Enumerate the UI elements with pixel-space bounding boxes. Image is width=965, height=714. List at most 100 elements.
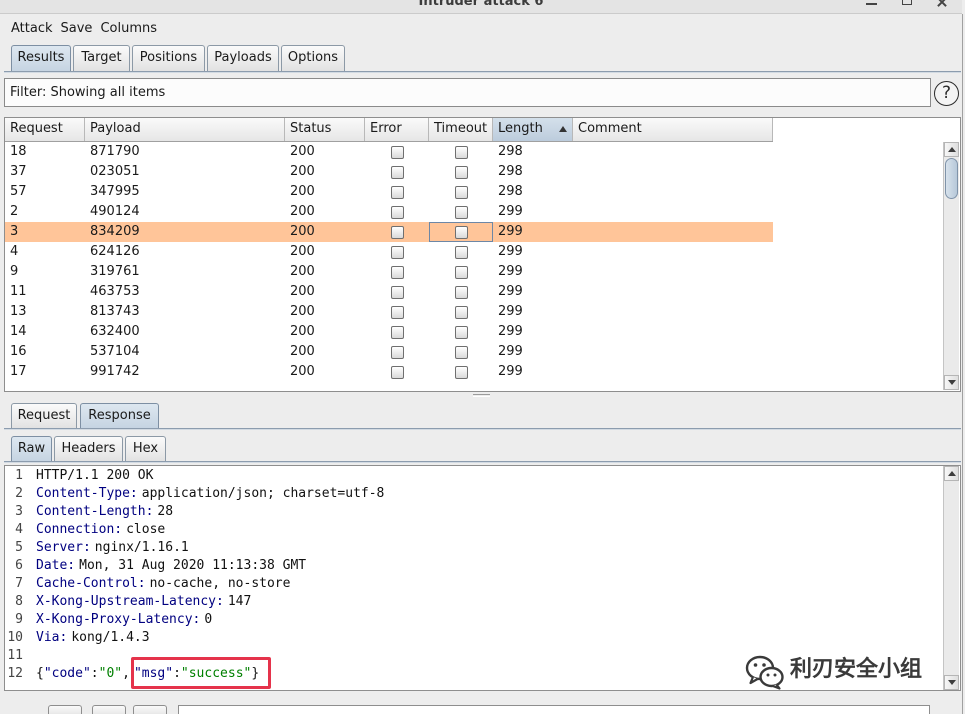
scroll-down-button[interactable] (944, 375, 959, 390)
tab-positions[interactable]: Positions (132, 45, 205, 71)
tab-divider (4, 428, 961, 430)
tab-target[interactable]: Target (73, 45, 130, 71)
scroll-down-icon (948, 380, 956, 385)
cell-comment (573, 342, 773, 362)
header-value: 28 (157, 504, 174, 519)
cell-length: 299 (498, 244, 523, 259)
line-content: Cache-Control: no-cache, no-store (36, 575, 290, 593)
timeout-checkbox (454, 185, 468, 199)
cell-status: 200 (290, 164, 315, 179)
column-header-error[interactable]: Error (365, 118, 429, 141)
cell-comment (573, 282, 773, 302)
menu-attack[interactable]: Attack (11, 15, 53, 42)
tab-results[interactable]: Results (11, 45, 71, 71)
cell-length: 299 (498, 324, 523, 339)
error-checkbox (390, 285, 404, 299)
line-number: 4 (15, 522, 23, 537)
cell-payload: 632400 (90, 324, 140, 339)
column-header-timeout[interactable]: Timeout (429, 118, 493, 141)
scroll-down-button[interactable] (944, 675, 959, 690)
table-row[interactable]: 4 624126 200 299 (5, 242, 773, 262)
window-title: Intruder attack 6 (418, 0, 544, 9)
cell-length: 299 (498, 344, 523, 359)
tab-hex[interactable]: Hex (125, 436, 166, 461)
tab-headers[interactable]: Headers (54, 436, 123, 461)
minimize-icon[interactable] (866, 3, 877, 5)
editor-scrollbar[interactable] (943, 466, 959, 690)
tab-request[interactable]: Request (11, 403, 77, 428)
cell-comment (573, 142, 773, 162)
error-checkbox (390, 325, 404, 339)
json-punct: : (90, 666, 99, 681)
response-line: 10 Via: kong/1.4.3 (5, 629, 960, 647)
column-header-status[interactable]: Status (285, 118, 365, 141)
table-row[interactable]: 3 834209 200 299 (5, 222, 773, 242)
cell-request: 18 (10, 144, 27, 159)
search-bar-button[interactable] (133, 705, 167, 714)
column-header-length[interactable]: Length (493, 118, 573, 141)
search-bar-button[interactable] (48, 705, 82, 714)
table-row[interactable]: 16 537104 200 299 (5, 342, 773, 362)
scroll-down-icon (948, 680, 956, 685)
splitter-handle[interactable] (473, 394, 490, 397)
scrollbar-thumb[interactable] (945, 158, 958, 199)
table-row[interactable]: 37 023051 200 298 (5, 162, 773, 182)
scroll-up-button[interactable] (944, 466, 959, 481)
table-row[interactable]: 14 632400 200 299 (5, 322, 773, 342)
line-content: Server: nginx/1.16.1 (36, 539, 189, 557)
column-header-label: Length (498, 121, 543, 136)
json-punct: , (122, 666, 130, 681)
header-name: Content-Type: (36, 486, 138, 501)
header-name: Via: (36, 630, 68, 645)
column-header-label: Error (370, 121, 402, 136)
cell-error (365, 302, 429, 322)
wechat-icon (745, 655, 784, 690)
table-row[interactable]: 11 463753 200 299 (5, 282, 773, 302)
menu-save[interactable]: Save (61, 15, 93, 42)
cell-error (365, 162, 429, 182)
main-tabs: Results Target Positions Payloads Options (11, 45, 347, 71)
search-input[interactable] (178, 705, 930, 714)
help-icon[interactable]: ? (934, 81, 959, 106)
table-row[interactable]: 2 490124 200 299 (5, 202, 773, 222)
scroll-up-icon (948, 147, 956, 152)
close-icon[interactable] (936, 0, 948, 8)
table-row[interactable]: 9 319761 200 299 (5, 262, 773, 282)
filter-bar[interactable]: Filter: Showing all items (4, 78, 931, 107)
cell-payload: 463753 (90, 284, 140, 299)
scroll-up-button[interactable] (944, 142, 959, 157)
line-content: Via: kong/1.4.3 (36, 629, 150, 647)
cell-timeout (429, 242, 493, 262)
column-header-label: Timeout (434, 121, 488, 136)
line-number: 3 (15, 504, 23, 519)
search-bar (0, 691, 962, 714)
cell-status: 200 (290, 324, 315, 339)
timeout-checkbox (454, 145, 468, 159)
search-bar-button[interactable] (92, 705, 126, 714)
table-row[interactable]: 13 813743 200 299 (5, 302, 773, 322)
cell-comment (573, 262, 773, 282)
line-content: HTTP/1.1 200 OK (36, 467, 153, 485)
error-checkbox (390, 205, 404, 219)
cell-payload: 624126 (90, 244, 140, 259)
tab-options[interactable]: Options (281, 45, 345, 71)
header-name: Connection: (36, 522, 123, 537)
table-row[interactable]: 57 347995 200 298 (5, 182, 773, 202)
window-border (962, 14, 963, 714)
cell-payload: 319761 (90, 264, 140, 279)
tab-raw[interactable]: Raw (11, 436, 52, 461)
cell-error (365, 182, 429, 202)
column-header-payload[interactable]: Payload (85, 118, 285, 141)
tab-payloads[interactable]: Payloads (207, 45, 279, 71)
header-value: no-cache, no-store (149, 576, 291, 591)
cell-request: 17 (10, 364, 27, 379)
maximize-icon[interactable] (902, 0, 912, 5)
column-header-comment[interactable]: Comment (573, 118, 773, 141)
table-row[interactable]: 17 991742 200 299 (5, 362, 773, 382)
table-scrollbar[interactable] (943, 142, 959, 390)
menu-columns[interactable]: Columns (100, 15, 157, 42)
table-row[interactable]: 18 871790 200 298 (5, 142, 773, 162)
tab-response[interactable]: Response (80, 403, 159, 428)
column-header-request[interactable]: Request (5, 118, 85, 141)
header-name: X-Kong-Proxy-Latency: (36, 612, 201, 627)
